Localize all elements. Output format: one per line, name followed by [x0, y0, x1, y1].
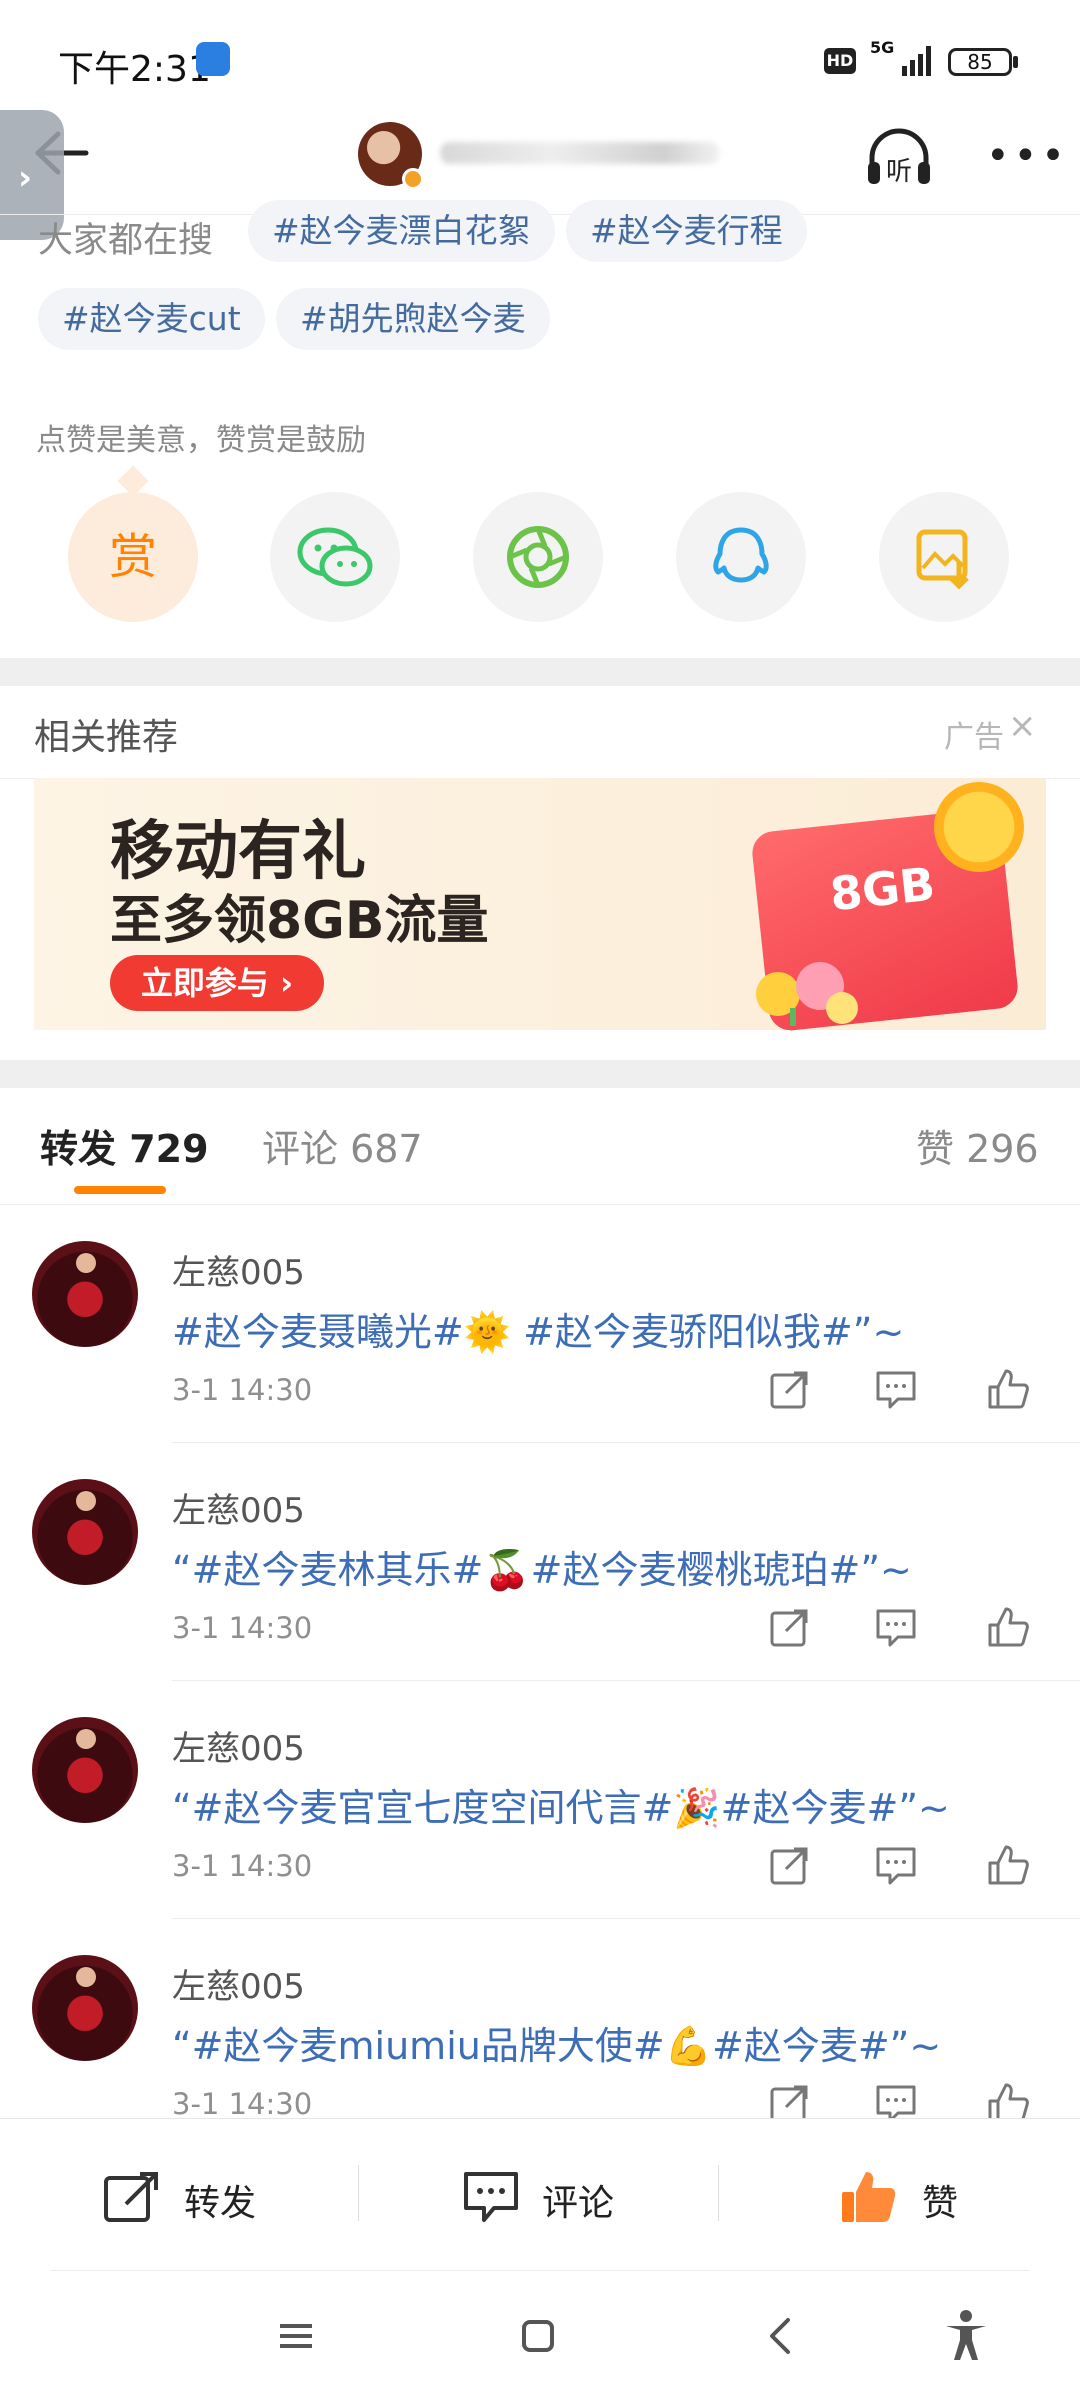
home-icon[interactable]: [508, 2306, 568, 2366]
coupon-text: 8GB: [827, 856, 938, 922]
list-item[interactable]: 左慈005 “#赵今麦官宣七度空间代言#🎉#赵今麦#”~ 3-1 14:30: [0, 1681, 1080, 1919]
like-icon[interactable]: [984, 1841, 1032, 1889]
tab-like[interactable]: 赞 296: [916, 1118, 1039, 1173]
praise-hint: 点赞是美意，赞赏是鼓励: [36, 423, 366, 458]
close-ad-icon[interactable]: ×: [1008, 706, 1037, 746]
more-options-icon[interactable]: •••: [986, 136, 1069, 176]
search-tag[interactable]: #赵今麦行程: [566, 200, 807, 262]
trending-search-label: 大家都在搜: [38, 221, 214, 261]
bar-bottom-divider: [50, 2270, 1030, 2271]
search-tag[interactable]: #胡先煦赵今麦: [276, 288, 550, 350]
related-title: 相关推荐: [34, 717, 179, 758]
headphones-listen-icon[interactable]: 听: [864, 124, 934, 190]
avatar[interactable]: [32, 1241, 138, 1347]
timestamp: 3-1 14:30: [172, 1611, 313, 1645]
like-icon[interactable]: [984, 1603, 1032, 1651]
like-button[interactable]: 赞: [922, 2174, 958, 2226]
accessibility-icon[interactable]: [936, 2306, 996, 2366]
search-tag[interactable]: #赵今麦漂白花絮: [248, 200, 555, 262]
section-divider: [0, 1060, 1080, 1088]
banner-cta-button[interactable]: 立即参与 ›: [110, 955, 324, 1011]
comment-icon[interactable]: [872, 1365, 920, 1413]
username[interactable]: 左慈005: [172, 1483, 305, 1532]
notification-app-icon: [196, 42, 230, 76]
timestamp: 3-1 14:30: [172, 2087, 313, 2121]
comment-icon[interactable]: [872, 1603, 920, 1651]
timestamp: 3-1 14:30: [172, 1849, 313, 1883]
bar-divider: [718, 2165, 719, 2221]
wechat-icon: [297, 527, 373, 587]
bar-divider: [358, 2165, 359, 2221]
share-moments-button[interactable]: [473, 492, 603, 622]
avatar[interactable]: [32, 1955, 138, 2061]
reward-label: 赏: [108, 529, 157, 585]
comment-button[interactable]: 评论: [542, 2174, 614, 2226]
repost-icon[interactable]: [766, 1603, 814, 1651]
sun-mascot-icon: [934, 782, 1024, 872]
network-type: 5G: [870, 38, 895, 57]
username[interactable]: 左慈005: [172, 1245, 305, 1294]
search-tag[interactable]: #赵今麦cut: [38, 288, 265, 350]
qq-icon: [713, 527, 769, 583]
comment-icon[interactable]: [460, 2168, 522, 2224]
timestamp: 3-1 14:30: [172, 1373, 313, 1407]
battery-cap: [1013, 56, 1018, 68]
moments-icon: [507, 526, 569, 588]
battery-icon: 85: [948, 48, 1012, 76]
tab-comment[interactable]: 评论 687: [262, 1118, 423, 1173]
ad-label: 广告: [944, 720, 1004, 755]
repost-text[interactable]: #赵今麦聂曦光#🌞 #赵今麦骄阳似我#”~: [172, 1301, 904, 1356]
username[interactable]: 左慈005: [172, 1959, 305, 2008]
signal-icon: [902, 46, 931, 76]
repost-icon[interactable]: [100, 2168, 162, 2224]
banner-subtitle: 至多领8GB流量: [110, 891, 489, 951]
chevron-right-icon: ›: [18, 158, 33, 198]
active-tab-indicator: [74, 1186, 166, 1194]
share-wechat-button[interactable]: [270, 492, 400, 622]
reward-button[interactable]: 赏: [68, 492, 198, 622]
username[interactable]: 左慈005: [172, 1721, 305, 1770]
verified-badge-icon: [402, 168, 424, 190]
save-image-button[interactable]: [879, 492, 1009, 622]
save-image-icon: [916, 529, 969, 590]
repost-button[interactable]: 转发: [184, 2174, 256, 2226]
author-name-blurred: [440, 142, 720, 164]
repost-icon[interactable]: [766, 1841, 814, 1889]
tab-repost[interactable]: 转发 729: [40, 1118, 209, 1173]
back-icon[interactable]: [752, 2306, 812, 2366]
like-icon[interactable]: [984, 1365, 1032, 1413]
comment-icon[interactable]: [872, 1841, 920, 1889]
avatar[interactable]: [32, 1479, 138, 1585]
bottom-action-bar: [0, 2118, 1080, 2270]
flowers-decoration-icon: [756, 962, 858, 1026]
share-qq-button[interactable]: [676, 492, 806, 622]
repost-text[interactable]: “#赵今麦miumiu品牌大使#💪#赵今麦#”~: [172, 2015, 941, 2070]
menu-icon[interactable]: [266, 2306, 326, 2366]
list-item[interactable]: 左慈005 “#赵今麦林其乐#🍒#赵今麦樱桃琥珀#”~ 3-1 14:30: [0, 1443, 1080, 1681]
repost-icon[interactable]: [766, 1365, 814, 1413]
repost-text[interactable]: “#赵今麦林其乐#🍒#赵今麦樱桃琥珀#”~: [172, 1539, 912, 1594]
status-time: 下午2:31: [58, 49, 211, 90]
repost-text[interactable]: “#赵今麦官宣七度空间代言#🎉#赵今麦#”~: [172, 1777, 950, 1832]
section-divider: [0, 658, 1080, 686]
listen-label: 听: [886, 157, 912, 187]
list-item[interactable]: 左慈005 #赵今麦聂曦光#🌞 #赵今麦骄阳似我#”~ 3-1 14:30: [0, 1205, 1080, 1443]
hd-badge: HD: [824, 48, 856, 74]
like-icon[interactable]: [838, 2168, 900, 2224]
avatar[interactable]: [32, 1717, 138, 1823]
